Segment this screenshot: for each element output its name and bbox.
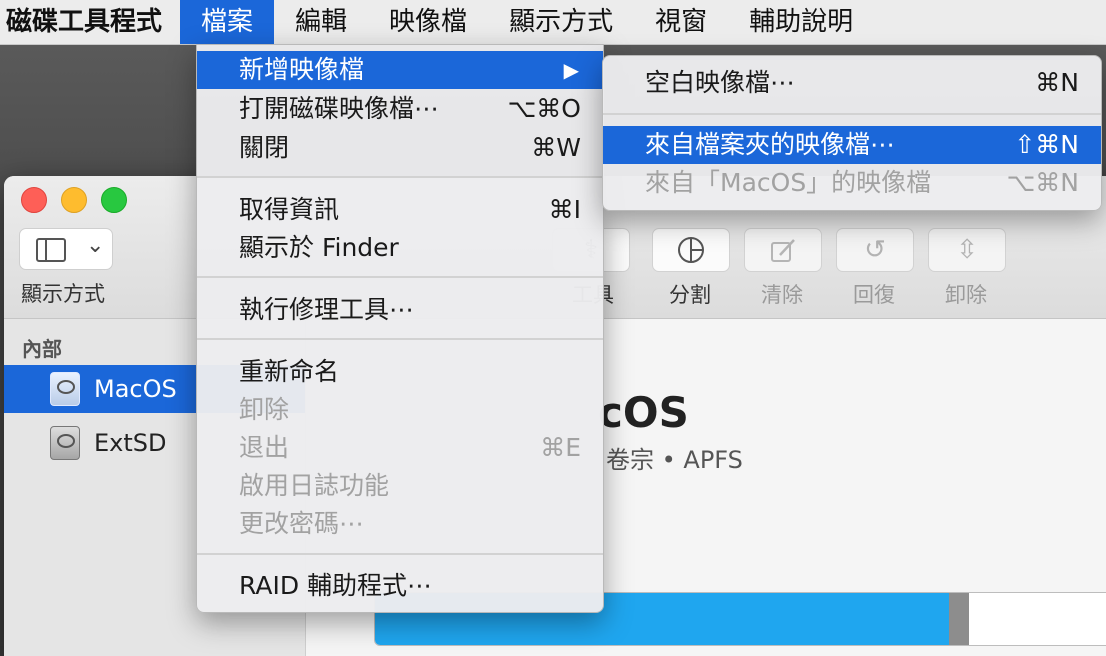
other-volumes-segment <box>948 593 970 645</box>
menu-separator <box>197 276 603 278</box>
view-button[interactable]: ⌄ <box>19 228 113 270</box>
unmount-label: 卸除 <box>945 283 987 307</box>
menu-item-image-from-folder[interactable]: 來自檔案夾的映像檔⋯ ⇧⌘N <box>603 126 1101 164</box>
close-window-button[interactable] <box>21 187 47 213</box>
menu-file[interactable]: 檔案 <box>180 0 275 44</box>
menu-item-label: 退出 <box>239 433 290 462</box>
menu-item-label: 執行修理工具⋯ <box>239 295 415 324</box>
menu-item-label: 更改密碼⋯ <box>239 509 365 538</box>
chevron-down-icon: ⌄ <box>86 233 105 258</box>
submenu-arrow-icon: ▶ <box>563 58 579 82</box>
menu-item-label: 來自「MacOS」的映像檔 <box>645 168 932 197</box>
new-image-submenu: 空白映像檔⋯ ⌘N 來自檔案夾的映像檔⋯ ⇧⌘N 來自「MacOS」的映像檔 ⌥… <box>602 55 1102 211</box>
menu-separator <box>197 176 603 178</box>
minimize-window-button[interactable] <box>61 187 87 213</box>
menu-separator <box>197 553 603 555</box>
menu-shortcut: ⌘E <box>540 433 581 462</box>
menu-item-rename[interactable]: 重新命名 <box>197 353 603 391</box>
menu-shortcut: ⌘I <box>548 195 581 224</box>
erase-label: 清除 <box>761 283 803 307</box>
menu-item-label: 空白映像檔⋯ <box>645 68 796 97</box>
menu-item-label: 打開磁碟映像檔⋯ <box>239 94 440 123</box>
menu-item-eject[interactable]: 退出 ⌘E <box>197 429 603 467</box>
menu-item-open-disk-image[interactable]: 打開磁碟映像檔⋯ ⌥⌘O <box>197 90 603 128</box>
menu-separator <box>197 338 603 340</box>
unmount-icon: ⇳ <box>956 235 978 265</box>
menu-item-close[interactable]: 關閉 ⌘W <box>197 129 603 167</box>
hard-disk-icon <box>50 372 80 406</box>
menu-shortcut: ⌥⌘N <box>1006 168 1079 197</box>
restore-button[interactable]: ↺ <box>836 228 914 272</box>
menu-item-label: 卸除 <box>239 395 290 424</box>
menu-shortcut: ⌘N <box>1035 68 1079 97</box>
sidebar-section-internal: 內部 <box>22 337 62 361</box>
menu-item-label: 新增映像檔 <box>239 55 365 84</box>
menu-edit[interactable]: 編輯 <box>274 0 368 44</box>
menu-shortcut: ⌥⌘O <box>507 94 582 123</box>
partition-button[interactable] <box>652 228 730 272</box>
menu-bar: 磁碟工具程式 檔案 編輯 映像檔 顯示方式 視窗 輔助說明 <box>0 0 1106 45</box>
menu-images[interactable]: 映像檔 <box>368 0 488 44</box>
menu-shortcut: ⌘W <box>531 133 581 162</box>
menu-item-label: 取得資訊 <box>239 195 340 224</box>
file-menu: 新增映像檔 ▶ 打開磁碟映像檔⋯ ⌥⌘O 關閉 ⌘W 取得資訊 ⌘I 顯示於 F… <box>196 44 604 613</box>
restore-label: 回復 <box>853 283 895 307</box>
menu-item-new-image[interactable]: 新增映像檔 ▶ <box>197 51 603 89</box>
menu-item-image-from-macos[interactable]: 來自「MacOS」的映像檔 ⌥⌘N <box>603 164 1101 202</box>
menu-item-enable-journaling[interactable]: 啟用日誌功能 <box>197 467 603 505</box>
menu-item-get-info[interactable]: 取得資訊 ⌘I <box>197 191 603 229</box>
menu-item-blank-image[interactable]: 空白映像檔⋯ ⌘N <box>603 64 1101 102</box>
volume-subtitle: 卷宗 • APFS <box>606 446 743 474</box>
menu-item-show-in-finder[interactable]: 顯示於 Finder <box>197 229 603 267</box>
zoom-window-button[interactable] <box>101 187 127 213</box>
menu-item-label: 顯示於 Finder <box>239 233 399 262</box>
menu-window[interactable]: 視窗 <box>634 0 728 44</box>
volume-title: cOS <box>598 388 689 437</box>
menu-separator <box>603 113 1101 115</box>
menu-item-label: 關閉 <box>239 133 290 162</box>
menu-item-label: RAID 輔助程式⋯ <box>239 571 433 600</box>
sidebar-icon <box>36 238 66 262</box>
erase-button[interactable] <box>744 228 822 272</box>
menu-item-raid-assistant[interactable]: RAID 輔助程式⋯ <box>197 567 603 605</box>
menu-item-unmount[interactable]: 卸除 <box>197 391 603 429</box>
restore-icon: ↺ <box>864 235 886 265</box>
menu-app-name[interactable]: 磁碟工具程式 <box>0 0 180 44</box>
menu-view[interactable]: 顯示方式 <box>488 0 634 44</box>
view-label: 顯示方式 <box>21 282 105 306</box>
menu-help[interactable]: 輔助說明 <box>728 0 874 44</box>
menu-item-run-first-aid[interactable]: 執行修理工具⋯ <box>197 291 603 329</box>
erase-icon <box>771 239 795 262</box>
hard-disk-icon <box>50 426 80 460</box>
sidebar-item-label: MacOS <box>94 375 177 403</box>
partition-label: 分割 <box>669 283 711 307</box>
menu-item-label: 重新命名 <box>239 357 340 386</box>
menu-item-label: 來自檔案夾的映像檔⋯ <box>645 130 896 159</box>
menu-item-change-password[interactable]: 更改密碼⋯ <box>197 505 603 543</box>
sidebar-item-label: ExtSD <box>94 429 167 457</box>
menu-item-label: 啟用日誌功能 <box>239 471 390 500</box>
unmount-button[interactable]: ⇳ <box>928 228 1006 272</box>
menu-shortcut: ⇧⌘N <box>1014 130 1079 159</box>
partition-icon <box>678 237 704 263</box>
